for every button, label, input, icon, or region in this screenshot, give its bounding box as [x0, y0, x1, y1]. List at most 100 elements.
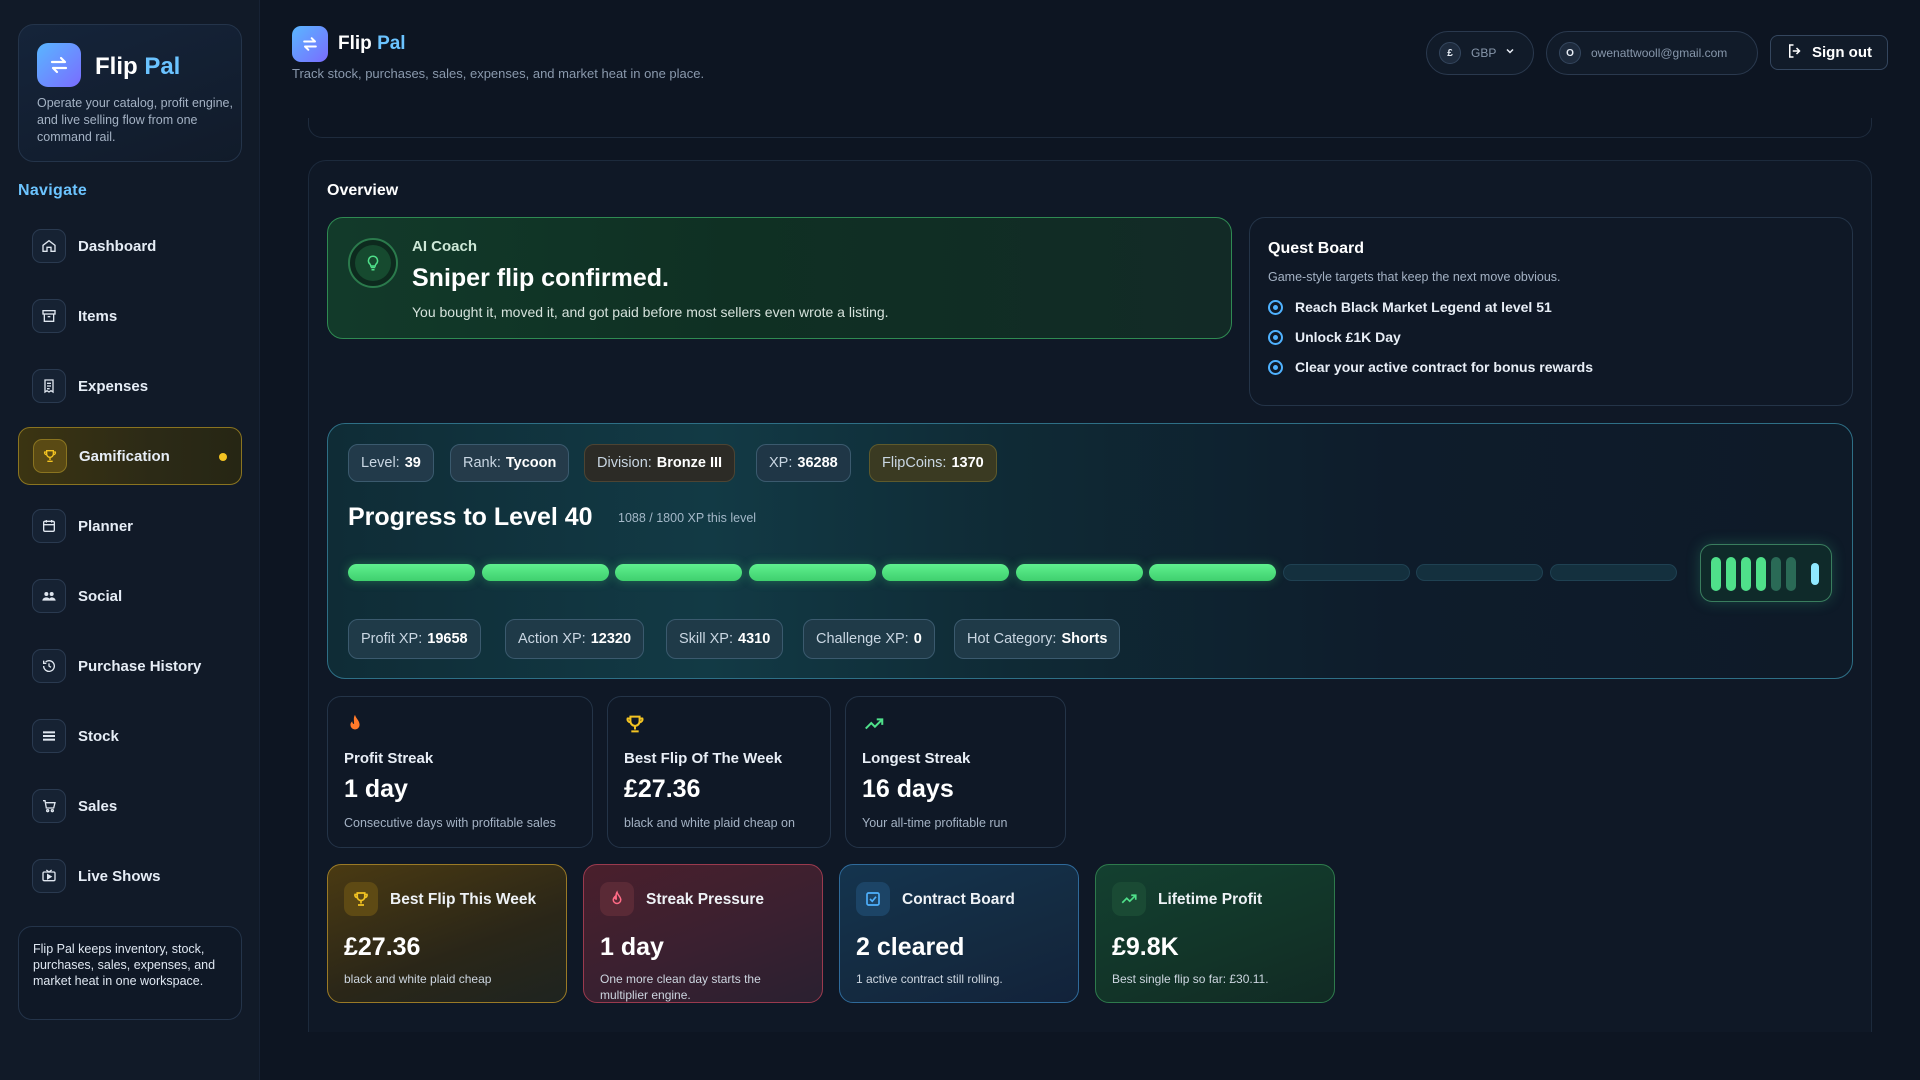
- contract-board-card: Contract Board 2 cleared 1 active contra…: [839, 864, 1079, 1003]
- logout-icon: [1786, 42, 1812, 64]
- trophy-icon: [344, 882, 378, 916]
- sidebar-item-live-shows[interactable]: Live Shows: [18, 847, 242, 905]
- progress-segment: [1416, 564, 1543, 581]
- user-account-pill[interactable]: O owenattwooll@gmail.com: [1546, 31, 1758, 75]
- sidebar-item-label: Stock: [78, 727, 119, 745]
- sidebar-item-label: Social: [78, 587, 123, 605]
- sidebar: Flip Pal Operate your catalog, profit en…: [0, 0, 260, 1080]
- flame-icon: [344, 713, 366, 740]
- trophy-icon: [33, 439, 67, 473]
- trend-up-icon: [862, 713, 886, 740]
- brand-card: Flip Pal Operate your catalog, profit en…: [18, 24, 242, 162]
- progress-segment: [748, 564, 876, 581]
- progress-title: Progress to Level 40: [348, 503, 593, 531]
- target-icon: [1268, 329, 1283, 345]
- sidebar-item-sales[interactable]: Sales: [18, 777, 242, 835]
- cart-icon: [32, 789, 66, 823]
- sidebar-item-planner[interactable]: Planner: [18, 497, 242, 555]
- xp-chip: XP: 36288: [756, 444, 851, 482]
- target-icon: [1268, 299, 1283, 315]
- progress-segment: [348, 564, 475, 581]
- quest-board-card: Quest Board Game-style targets that keep…: [1249, 217, 1853, 406]
- coach-label: AI Coach: [412, 238, 478, 255]
- quest-board-subtitle: Game-style targets that keep the next mo…: [1268, 270, 1561, 284]
- lightbulb-icon: [355, 245, 391, 281]
- sidebar-item-label: Sales: [78, 797, 118, 815]
- quest-item[interactable]: Reach Black Market Legend at level 51: [1268, 299, 1552, 315]
- sidebar-item-items[interactable]: Items: [18, 287, 242, 345]
- sign-out-button[interactable]: Sign out: [1770, 35, 1888, 70]
- video-icon: [32, 859, 66, 893]
- progress-segment: [1549, 564, 1677, 581]
- users-icon: [32, 579, 66, 613]
- sidebar-item-label: Live Shows: [78, 867, 161, 885]
- section-title: Overview: [327, 182, 399, 199]
- progress-segment: [1282, 564, 1410, 581]
- ai-coach-card: AI Coach Sniper flip confirmed. You boug…: [327, 217, 1232, 339]
- currency-value: GBP: [1471, 46, 1497, 60]
- chevron-down-icon: [1504, 44, 1516, 62]
- trophy-icon: [624, 713, 646, 740]
- avatar: O: [1559, 42, 1581, 64]
- sidebar-item-label: Planner: [78, 517, 134, 535]
- progress-segment: [481, 564, 609, 581]
- quest-board-title: Quest Board: [1268, 240, 1365, 257]
- home-icon: [32, 229, 66, 263]
- skill-xp-chip: Skill XP: 4310: [666, 619, 784, 659]
- sidebar-item-label: Purchase History: [78, 657, 202, 675]
- best-flip-week-card: Best Flip Of The Week £27.36 black and w…: [607, 696, 831, 848]
- calendar-icon: [32, 509, 66, 543]
- coach-avatar: [348, 238, 398, 288]
- check-square-icon: [856, 882, 890, 916]
- stack-icon: [32, 719, 66, 753]
- sidebar-item-gamification[interactable]: Gamification: [18, 427, 242, 485]
- lifetime-profit-card: Lifetime Profit £9.8K Best single flip s…: [1095, 864, 1335, 1003]
- progress-segment: [1149, 564, 1276, 581]
- sidebar-item-stock[interactable]: Stock: [18, 707, 242, 765]
- page-title: Flip Pal: [338, 33, 406, 54]
- nav-heading: Navigate: [18, 182, 88, 199]
- profit-xp-chip: Profit XP: 19658: [348, 619, 481, 659]
- swap-arrows-icon: [292, 26, 328, 62]
- sidebar-footer-note: Flip Pal keeps inventory, stock, purchas…: [18, 926, 242, 1020]
- rank-chip: Rank: Tycoon: [450, 444, 570, 482]
- brand-description: Operate your catalog, profit engine, and…: [37, 96, 233, 144]
- level-chip: Level: 39: [348, 444, 434, 482]
- active-indicator-dot: [219, 453, 227, 461]
- sidebar-item-label: Items: [78, 307, 118, 325]
- longest-streak-card: Longest Streak 16 days Your all-time pro…: [845, 696, 1066, 848]
- flipcoins-chip: FlipCoins: 1370: [869, 444, 997, 482]
- quest-item[interactable]: Unlock £1K Day: [1268, 329, 1401, 345]
- flame-icon: [600, 882, 634, 916]
- sidebar-item-label: Expenses: [78, 377, 149, 395]
- sidebar-item-social[interactable]: Social: [18, 567, 242, 625]
- currency-symbol: £: [1439, 42, 1461, 64]
- currency-selector[interactable]: £ GBP: [1426, 31, 1534, 75]
- progress-segment: [882, 564, 1009, 581]
- collapsed-panel-edge: [308, 118, 1872, 138]
- sidebar-item-dashboard[interactable]: Dashboard: [18, 217, 242, 275]
- trend-up-icon: [1112, 882, 1146, 916]
- action-xp-chip: Action XP: 12320: [505, 619, 645, 659]
- progress-segment: [1015, 564, 1143, 581]
- challenge-xp-chip: Challenge XP: 0: [803, 619, 935, 659]
- division-chip: Division: Bronze III: [584, 444, 736, 482]
- archive-icon: [32, 299, 66, 333]
- receipt-icon: [32, 369, 66, 403]
- page-subtitle: Track stock, purchases, sales, expenses,…: [292, 66, 705, 81]
- brand-title: Flip Pal: [95, 53, 181, 80]
- sidebar-item-expenses[interactable]: Expenses: [18, 357, 242, 415]
- sidebar-item-label: Dashboard: [78, 237, 157, 255]
- user-email: owenattwooll@gmail.com: [1591, 46, 1728, 60]
- quest-item[interactable]: Clear your active contract for bonus rew…: [1268, 359, 1593, 375]
- progress-segment: [615, 564, 742, 581]
- progress-xp-readout: 1088 / 1800 XP this level: [618, 511, 757, 525]
- energy-meter-icon: [1700, 544, 1832, 602]
- hot-category-chip: Hot Category: Shorts: [954, 619, 1121, 659]
- sidebar-item-label: Gamification: [79, 447, 170, 465]
- streak-pressure-card: Streak Pressure 1 day One more clean day…: [583, 864, 823, 1003]
- sign-out-label: Sign out: [1812, 44, 1872, 61]
- target-icon: [1268, 359, 1283, 375]
- sidebar-item-purchase-history[interactable]: Purchase History: [18, 637, 242, 695]
- profit-streak-card: Profit Streak 1 day Consecutive days wit…: [327, 696, 593, 848]
